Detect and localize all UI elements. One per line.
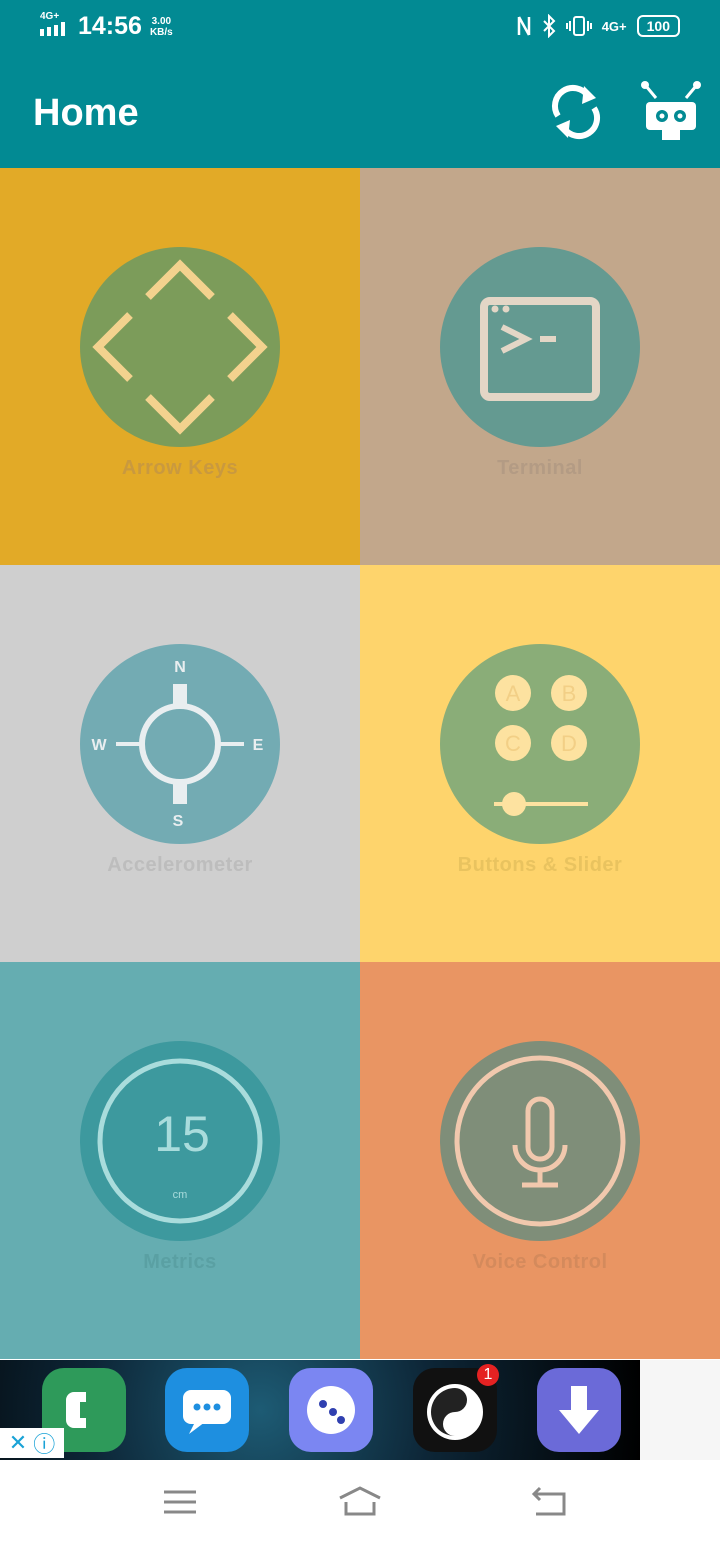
nfc-icon <box>517 16 530 36</box>
download-app-icon[interactable] <box>537 1368 621 1452</box>
battery-indicator: 100 <box>636 15 680 37</box>
back-icon <box>531 1486 566 1516</box>
settings-button[interactable] <box>638 80 704 144</box>
robot-gear-icon <box>641 81 701 140</box>
page-title: Home <box>33 92 139 134</box>
speed-unit: KB/s <box>149 26 173 38</box>
app-bar: Home <box>0 56 720 168</box>
signal-indicator: 4G+ <box>40 12 70 41</box>
tile-label: Voice Control <box>472 1251 608 1273</box>
home-icon <box>339 1486 381 1516</box>
tile-terminal[interactable]: Terminal <box>360 168 720 565</box>
clock: 14:56 <box>78 12 142 40</box>
button-d-label: D <box>561 731 577 756</box>
button-a-label: A <box>506 681 521 706</box>
menu-button[interactable] <box>158 1484 202 1520</box>
vibrate-icon <box>565 16 592 36</box>
tile-label: Arrow Keys <box>121 457 239 479</box>
compass-west: W <box>91 737 107 754</box>
ad-banner[interactable]: 1 <box>0 1360 640 1460</box>
messages-app-icon[interactable] <box>165 1368 249 1452</box>
ad-info-icon[interactable]: ⓘ <box>33 1427 55 1459</box>
tile-label: Accelerometer <box>107 854 253 876</box>
metric-unit: cm <box>173 1189 188 1201</box>
compass-south: S <box>173 813 184 830</box>
menu-icon <box>164 1490 196 1514</box>
tile-label: Buttons & Slider <box>457 854 623 876</box>
browser-app-icon[interactable] <box>289 1368 373 1452</box>
refresh-icon <box>551 85 601 139</box>
tile-label: Metrics <box>143 1251 217 1273</box>
compass-icon: N S E W <box>80 644 280 844</box>
ad-side-panel <box>640 1360 720 1460</box>
refresh-button[interactable] <box>544 80 608 144</box>
metric-value: 15 <box>154 1106 210 1162</box>
signal-label: 4G+ <box>40 11 60 22</box>
network-speed: 3.00 KB/s <box>150 16 173 38</box>
metrics-gauge-icon: 15 cm <box>80 1041 280 1241</box>
button-c-label: C <box>505 731 521 756</box>
tile-label: Terminal <box>497 457 583 479</box>
tile-accelerometer[interactable]: N S E W Accelerometer <box>0 565 360 962</box>
buttons-slider-icon: A B C D <box>440 644 640 844</box>
signal-bars-icon <box>40 22 65 36</box>
home-button[interactable] <box>336 1484 384 1520</box>
tile-metrics[interactable]: 15 cm Metrics <box>0 962 360 1359</box>
notification-badge: 1 <box>477 1364 499 1386</box>
network-type: 4G+ <box>601 18 627 34</box>
compass-north: N <box>174 659 186 676</box>
terminal-icon <box>440 247 640 447</box>
compass-east: E <box>253 737 264 754</box>
speed-value: 3.00 <box>151 15 172 27</box>
ad-controls: ✕ ⓘ <box>0 1428 64 1458</box>
back-button[interactable] <box>526 1484 570 1520</box>
tile-buttons-slider[interactable]: A B C D Buttons & Slider <box>360 565 720 962</box>
voice-app-icon[interactable]: 1 <box>413 1364 499 1452</box>
tile-voice-control[interactable]: Voice Control <box>360 962 720 1359</box>
system-nav-bar <box>0 1460 720 1544</box>
microphone-icon <box>440 1041 640 1241</box>
bluetooth-icon <box>542 14 556 38</box>
button-b-label: B <box>562 681 577 706</box>
ad-close-icon[interactable]: ✕ <box>9 1430 27 1456</box>
feature-grid: Arrow Keys Terminal N S E W Acceleromete… <box>0 168 720 1360</box>
status-bar: 4G+ 14:56 3.00 KB/s 4G+ 100 <box>0 0 720 56</box>
tile-arrow-keys[interactable]: Arrow Keys <box>0 168 360 565</box>
arrow-keys-icon <box>80 247 280 447</box>
